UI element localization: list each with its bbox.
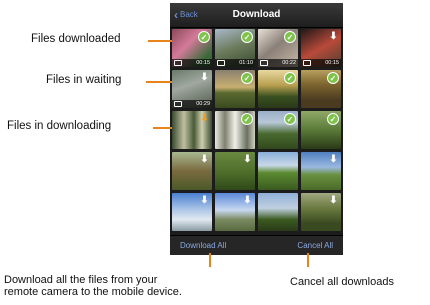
thumbnail-item[interactable]: ✓ [258, 70, 298, 108]
video-camera-icon [174, 60, 182, 66]
download-arrow-icon: ⬇ [243, 195, 252, 206]
video-info-bar: 00:29 [172, 100, 212, 108]
caption-download-all-line2: remote camera to the mobile device. [4, 286, 182, 298]
thumbnail-item[interactable]: ⬇ [172, 111, 212, 149]
download-arrow-icon: ⬇ [329, 154, 338, 165]
thumbnail-item[interactable] [258, 152, 298, 190]
video-info-bar: 00:15 [172, 59, 212, 67]
download-arrow-icon: ⬇ [243, 154, 252, 165]
leader-line [146, 81, 172, 83]
callout-files-downloaded: Files downloaded [31, 33, 121, 45]
leader-line [148, 40, 172, 42]
thumbnail-item[interactable]: ✓ [215, 70, 255, 108]
bottom-toolbar: Download All Cancel All [170, 235, 343, 255]
thumbnail-item[interactable]: ✓ [258, 111, 298, 149]
thumbnail-item[interactable]: ⬇ [215, 152, 255, 190]
callout-files-waiting: Files in waiting [46, 74, 122, 86]
caption-download-all-line1: Download all the files from your [4, 274, 158, 286]
check-icon: ✓ [284, 72, 296, 84]
check-icon: ✓ [241, 31, 253, 43]
video-info-bar: 00:22 [258, 59, 298, 67]
cancel-all-button[interactable]: Cancel All [297, 240, 333, 252]
check-icon: ✓ [327, 113, 339, 125]
video-duration: 00:29 [196, 101, 210, 107]
thumbnail-item[interactable]: ✓ [301, 111, 341, 149]
thumbnail-grid: ✓ 00:15 ✓ 01:10 ✓ 00:22 ⬇ 00:15 ⬇ 00:29 ✓ ✓ ✓ ⬇ ✓ ✓ ✓ ⬇ ⬇ ⬇… [172, 29, 342, 235]
leader-line [209, 253, 211, 267]
check-icon: ✓ [198, 31, 210, 43]
download-arrow-icon: ⬇ [329, 31, 338, 42]
video-duration: 00:22 [282, 60, 296, 66]
thumbnail-item[interactable]: ⬇ [215, 193, 255, 231]
thumbnail-item[interactable]: ✓ [215, 111, 255, 149]
thumbnail-item[interactable]: ⬇ [301, 152, 341, 190]
leader-line [307, 253, 309, 267]
video-camera-icon [174, 101, 182, 107]
video-duration: 01:10 [239, 60, 253, 66]
leader-line [153, 127, 172, 129]
thumbnail-item[interactable]: ✓ 00:22 [258, 29, 298, 67]
thumbnail-item[interactable]: ⬇ [172, 152, 212, 190]
page-title: Download [232, 9, 281, 20]
download-arrow-icon: ⬇ [200, 72, 209, 83]
thumbnail-item[interactable]: ⬇ 00:29 [172, 70, 212, 108]
callout-files-downloading: Files in downloading [7, 120, 112, 132]
download-arrow-icon: ⬇ [329, 195, 338, 206]
caption-cancel-all: Cancel all downloads [290, 276, 394, 288]
download-arrow-icon: ⬇ [200, 154, 209, 165]
phone-screen: ‹ Back Download ✓ 00:15 ✓ 01:10 ✓ 00:22 ⬇ 00:15… [170, 3, 343, 255]
thumbnail-item[interactable]: ⬇ [301, 193, 341, 231]
video-camera-icon [260, 60, 268, 66]
navigation-bar: ‹ Back Download [170, 3, 343, 28]
check-icon: ✓ [241, 72, 253, 84]
video-info-bar: 00:15 [301, 59, 341, 67]
thumbnail-item[interactable]: ⬇ [172, 193, 212, 231]
thumbnail-item[interactable]: ✓ 00:15 [172, 29, 212, 67]
check-icon: ✓ [241, 113, 253, 125]
check-icon: ✓ [284, 113, 296, 125]
download-all-button[interactable]: Download All [180, 240, 226, 252]
video-camera-icon [217, 60, 225, 66]
thumbnail-item[interactable]: ✓ [301, 70, 341, 108]
thumbnail-item[interactable]: ✓ 01:10 [215, 29, 255, 67]
video-info-bar: 01:10 [215, 59, 255, 67]
check-icon: ✓ [327, 72, 339, 84]
thumbnail-item[interactable] [258, 193, 298, 231]
downloading-arrow-icon: ⬇ [200, 113, 209, 124]
download-arrow-icon: ⬇ [200, 195, 209, 206]
thumbnail-item[interactable]: ⬇ 00:15 [301, 29, 341, 67]
check-icon: ✓ [284, 31, 296, 43]
video-duration: 00:15 [325, 60, 339, 66]
video-duration: 00:15 [196, 60, 210, 66]
video-camera-icon [303, 60, 311, 66]
